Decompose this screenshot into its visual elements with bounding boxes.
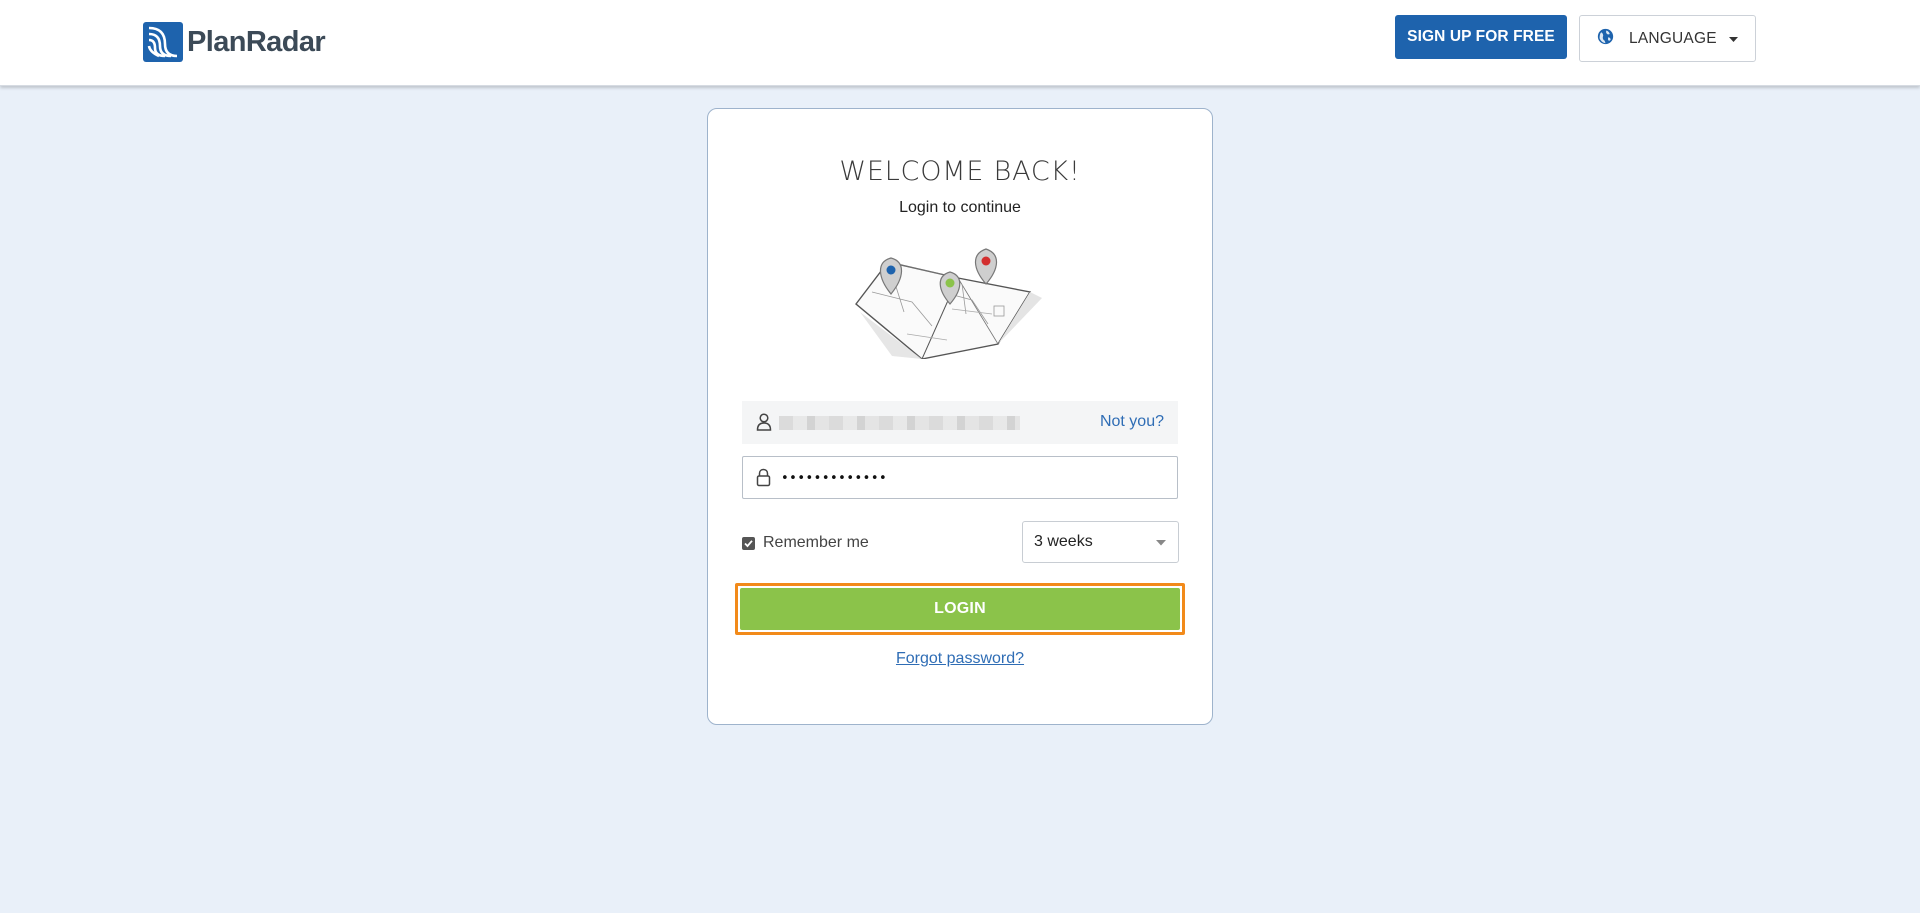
remember-me-label: Remember me bbox=[763, 534, 869, 551]
welcome-title: WELCOME BACK! bbox=[839, 156, 1081, 187]
globe-icon bbox=[1597, 28, 1614, 45]
login-subtitle: Login to continue bbox=[899, 199, 1021, 216]
duration-value: 3 weeks bbox=[1034, 533, 1093, 550]
chevron-down-icon bbox=[1729, 37, 1738, 42]
forgot-password-container: Forgot password? bbox=[708, 650, 1212, 668]
planradar-logo-icon bbox=[143, 22, 183, 62]
forgot-password-link[interactable]: Forgot password? bbox=[896, 650, 1024, 667]
password-field[interactable] bbox=[742, 456, 1178, 499]
user-icon bbox=[756, 413, 772, 431]
top-header: PlanRadar SIGN UP FOR FREE LANGUAGE bbox=[0, 0, 1920, 86]
lock-icon bbox=[756, 468, 771, 487]
login-button[interactable]: LOGIN bbox=[740, 588, 1180, 630]
login-button-focus-ring: LOGIN bbox=[735, 583, 1185, 635]
remember-duration-select[interactable]: 3 weeks bbox=[1022, 521, 1179, 563]
sign-up-button[interactable]: SIGN UP FOR FREE bbox=[1395, 15, 1567, 59]
chevron-down-icon bbox=[1156, 540, 1166, 546]
password-input[interactable] bbox=[781, 467, 1161, 489]
not-you-link[interactable]: Not you? bbox=[1100, 413, 1164, 431]
checkbox-checked-icon[interactable] bbox=[742, 536, 755, 550]
planradar-logo[interactable]: PlanRadar bbox=[143, 22, 326, 62]
user-identity-field: Not you? bbox=[742, 401, 1178, 444]
login-card: WELCOME BACK! Login to continue Not you?… bbox=[707, 108, 1213, 725]
language-dropdown[interactable]: LANGUAGE bbox=[1579, 15, 1756, 62]
language-label: LANGUAGE bbox=[1629, 30, 1717, 47]
logo-text: PlanRadar bbox=[187, 25, 326, 58]
blurred-username bbox=[779, 416, 1020, 430]
map-pins-illustration bbox=[855, 248, 1042, 359]
remember-me[interactable]: Remember me bbox=[742, 534, 869, 552]
